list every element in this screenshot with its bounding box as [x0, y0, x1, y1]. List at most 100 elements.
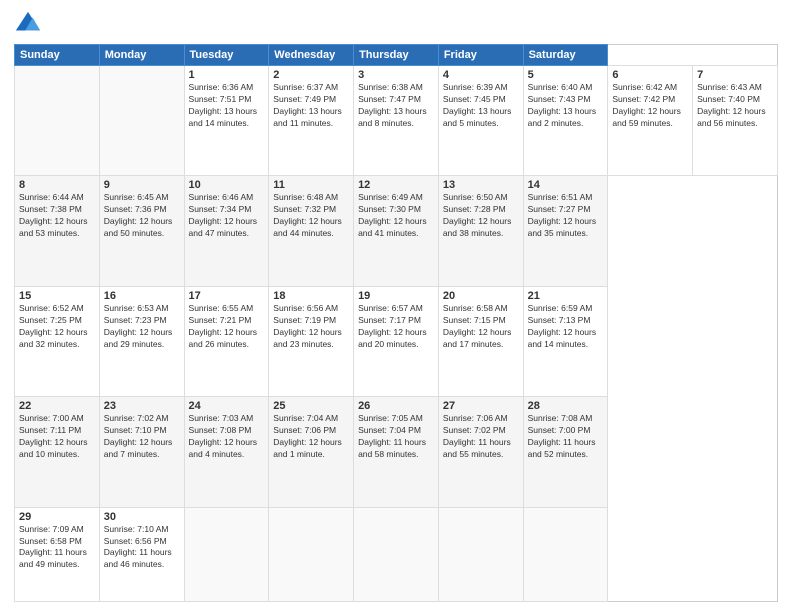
- day-info: Sunrise: 6:48 AMSunset: 7:32 PMDaylight:…: [273, 192, 349, 240]
- calendar-cell: 22Sunrise: 7:00 AMSunset: 7:11 PMDayligh…: [15, 397, 100, 507]
- calendar-cell: [269, 507, 354, 601]
- calendar-cell: 10Sunrise: 6:46 AMSunset: 7:34 PMDayligh…: [184, 176, 269, 286]
- calendar-cell: 12Sunrise: 6:49 AMSunset: 7:30 PMDayligh…: [354, 176, 439, 286]
- calendar-cell: 13Sunrise: 6:50 AMSunset: 7:28 PMDayligh…: [438, 176, 523, 286]
- calendar-cell: 2Sunrise: 6:37 AMSunset: 7:49 PMDaylight…: [269, 66, 354, 176]
- day-info: Sunrise: 6:57 AMSunset: 7:17 PMDaylight:…: [358, 303, 434, 351]
- calendar-cell: 26Sunrise: 7:05 AMSunset: 7:04 PMDayligh…: [354, 397, 439, 507]
- calendar-cell: 8Sunrise: 6:44 AMSunset: 7:38 PMDaylight…: [15, 176, 100, 286]
- calendar-cell: [523, 507, 608, 601]
- calendar-cell: 16Sunrise: 6:53 AMSunset: 7:23 PMDayligh…: [99, 286, 184, 396]
- day-info: Sunrise: 6:45 AMSunset: 7:36 PMDaylight:…: [104, 192, 180, 240]
- day-number: 14: [528, 179, 604, 191]
- calendar-cell: [15, 66, 100, 176]
- day-info: Sunrise: 6:39 AMSunset: 7:45 PMDaylight:…: [443, 82, 519, 130]
- day-number: 18: [273, 290, 349, 302]
- day-info: Sunrise: 7:05 AMSunset: 7:04 PMDaylight:…: [358, 413, 434, 461]
- page: SundayMondayTuesdayWednesdayThursdayFrid…: [0, 0, 792, 612]
- calendar-cell: 5Sunrise: 6:40 AMSunset: 7:43 PMDaylight…: [523, 66, 608, 176]
- day-info: Sunrise: 7:03 AMSunset: 7:08 PMDaylight:…: [189, 413, 265, 461]
- day-info: Sunrise: 6:38 AMSunset: 7:47 PMDaylight:…: [358, 82, 434, 130]
- day-number: 2: [273, 69, 349, 81]
- calendar-cell: 17Sunrise: 6:55 AMSunset: 7:21 PMDayligh…: [184, 286, 269, 396]
- day-number: 19: [358, 290, 434, 302]
- day-number: 22: [19, 400, 95, 412]
- day-info: Sunrise: 6:46 AMSunset: 7:34 PMDaylight:…: [189, 192, 265, 240]
- day-number: 7: [697, 69, 773, 81]
- day-number: 8: [19, 179, 95, 191]
- weekday-header: Monday: [99, 45, 184, 66]
- calendar-cell: 6Sunrise: 6:42 AMSunset: 7:42 PMDaylight…: [608, 66, 693, 176]
- calendar-cell: 18Sunrise: 6:56 AMSunset: 7:19 PMDayligh…: [269, 286, 354, 396]
- day-info: Sunrise: 6:36 AMSunset: 7:51 PMDaylight:…: [189, 82, 265, 130]
- day-info: Sunrise: 6:50 AMSunset: 7:28 PMDaylight:…: [443, 192, 519, 240]
- calendar-cell: 28Sunrise: 7:08 AMSunset: 7:00 PMDayligh…: [523, 397, 608, 507]
- day-number: 17: [189, 290, 265, 302]
- calendar-cell: [99, 66, 184, 176]
- day-number: 13: [443, 179, 519, 191]
- day-number: 15: [19, 290, 95, 302]
- day-info: Sunrise: 6:58 AMSunset: 7:15 PMDaylight:…: [443, 303, 519, 351]
- day-number: 6: [612, 69, 688, 81]
- day-number: 4: [443, 69, 519, 81]
- day-number: 16: [104, 290, 180, 302]
- day-number: 1: [189, 69, 265, 81]
- calendar-cell: 11Sunrise: 6:48 AMSunset: 7:32 PMDayligh…: [269, 176, 354, 286]
- calendar-cell: 29Sunrise: 7:09 AMSunset: 6:58 PMDayligh…: [15, 507, 100, 601]
- calendar-cell: 4Sunrise: 6:39 AMSunset: 7:45 PMDaylight…: [438, 66, 523, 176]
- day-info: Sunrise: 6:56 AMSunset: 7:19 PMDaylight:…: [273, 303, 349, 351]
- day-number: 26: [358, 400, 434, 412]
- calendar-cell: 25Sunrise: 7:04 AMSunset: 7:06 PMDayligh…: [269, 397, 354, 507]
- day-number: 11: [273, 179, 349, 191]
- day-info: Sunrise: 6:40 AMSunset: 7:43 PMDaylight:…: [528, 82, 604, 130]
- day-number: 30: [104, 511, 180, 523]
- weekday-header: Saturday: [523, 45, 608, 66]
- day-number: 20: [443, 290, 519, 302]
- calendar-cell: 19Sunrise: 6:57 AMSunset: 7:17 PMDayligh…: [354, 286, 439, 396]
- day-info: Sunrise: 7:00 AMSunset: 7:11 PMDaylight:…: [19, 413, 95, 461]
- day-number: 27: [443, 400, 519, 412]
- day-number: 25: [273, 400, 349, 412]
- calendar-cell: 9Sunrise: 6:45 AMSunset: 7:36 PMDaylight…: [99, 176, 184, 286]
- day-number: 23: [104, 400, 180, 412]
- day-number: 3: [358, 69, 434, 81]
- day-info: Sunrise: 6:43 AMSunset: 7:40 PMDaylight:…: [697, 82, 773, 130]
- day-info: Sunrise: 7:04 AMSunset: 7:06 PMDaylight:…: [273, 413, 349, 461]
- day-info: Sunrise: 6:59 AMSunset: 7:13 PMDaylight:…: [528, 303, 604, 351]
- weekday-header: Tuesday: [184, 45, 269, 66]
- calendar-cell: 14Sunrise: 6:51 AMSunset: 7:27 PMDayligh…: [523, 176, 608, 286]
- day-number: 12: [358, 179, 434, 191]
- header: [14, 10, 778, 38]
- weekday-header: Sunday: [15, 45, 100, 66]
- calendar-cell: 7Sunrise: 6:43 AMSunset: 7:40 PMDaylight…: [693, 66, 778, 176]
- calendar-cell: [438, 507, 523, 601]
- day-info: Sunrise: 7:02 AMSunset: 7:10 PMDaylight:…: [104, 413, 180, 461]
- day-info: Sunrise: 7:06 AMSunset: 7:02 PMDaylight:…: [443, 413, 519, 461]
- day-number: 21: [528, 290, 604, 302]
- day-info: Sunrise: 7:09 AMSunset: 6:58 PMDaylight:…: [19, 524, 95, 572]
- day-info: Sunrise: 6:55 AMSunset: 7:21 PMDaylight:…: [189, 303, 265, 351]
- day-info: Sunrise: 6:53 AMSunset: 7:23 PMDaylight:…: [104, 303, 180, 351]
- day-number: 9: [104, 179, 180, 191]
- calendar-cell: 20Sunrise: 6:58 AMSunset: 7:15 PMDayligh…: [438, 286, 523, 396]
- day-number: 24: [189, 400, 265, 412]
- calendar-cell: 1Sunrise: 6:36 AMSunset: 7:51 PMDaylight…: [184, 66, 269, 176]
- calendar-cell: 3Sunrise: 6:38 AMSunset: 7:47 PMDaylight…: [354, 66, 439, 176]
- day-number: 5: [528, 69, 604, 81]
- calendar-cell: 27Sunrise: 7:06 AMSunset: 7:02 PMDayligh…: [438, 397, 523, 507]
- weekday-header: Wednesday: [269, 45, 354, 66]
- calendar-cell: 23Sunrise: 7:02 AMSunset: 7:10 PMDayligh…: [99, 397, 184, 507]
- day-info: Sunrise: 6:51 AMSunset: 7:27 PMDaylight:…: [528, 192, 604, 240]
- calendar-cell: 24Sunrise: 7:03 AMSunset: 7:08 PMDayligh…: [184, 397, 269, 507]
- day-info: Sunrise: 7:08 AMSunset: 7:00 PMDaylight:…: [528, 413, 604, 461]
- day-info: Sunrise: 6:44 AMSunset: 7:38 PMDaylight:…: [19, 192, 95, 240]
- day-info: Sunrise: 6:42 AMSunset: 7:42 PMDaylight:…: [612, 82, 688, 130]
- calendar-table: SundayMondayTuesdayWednesdayThursdayFrid…: [14, 44, 778, 602]
- calendar-cell: 21Sunrise: 6:59 AMSunset: 7:13 PMDayligh…: [523, 286, 608, 396]
- calendar-cell: [184, 507, 269, 601]
- calendar-cell: 15Sunrise: 6:52 AMSunset: 7:25 PMDayligh…: [15, 286, 100, 396]
- day-number: 28: [528, 400, 604, 412]
- weekday-header: Friday: [438, 45, 523, 66]
- day-info: Sunrise: 7:10 AMSunset: 6:56 PMDaylight:…: [104, 524, 180, 572]
- logo: [14, 10, 45, 38]
